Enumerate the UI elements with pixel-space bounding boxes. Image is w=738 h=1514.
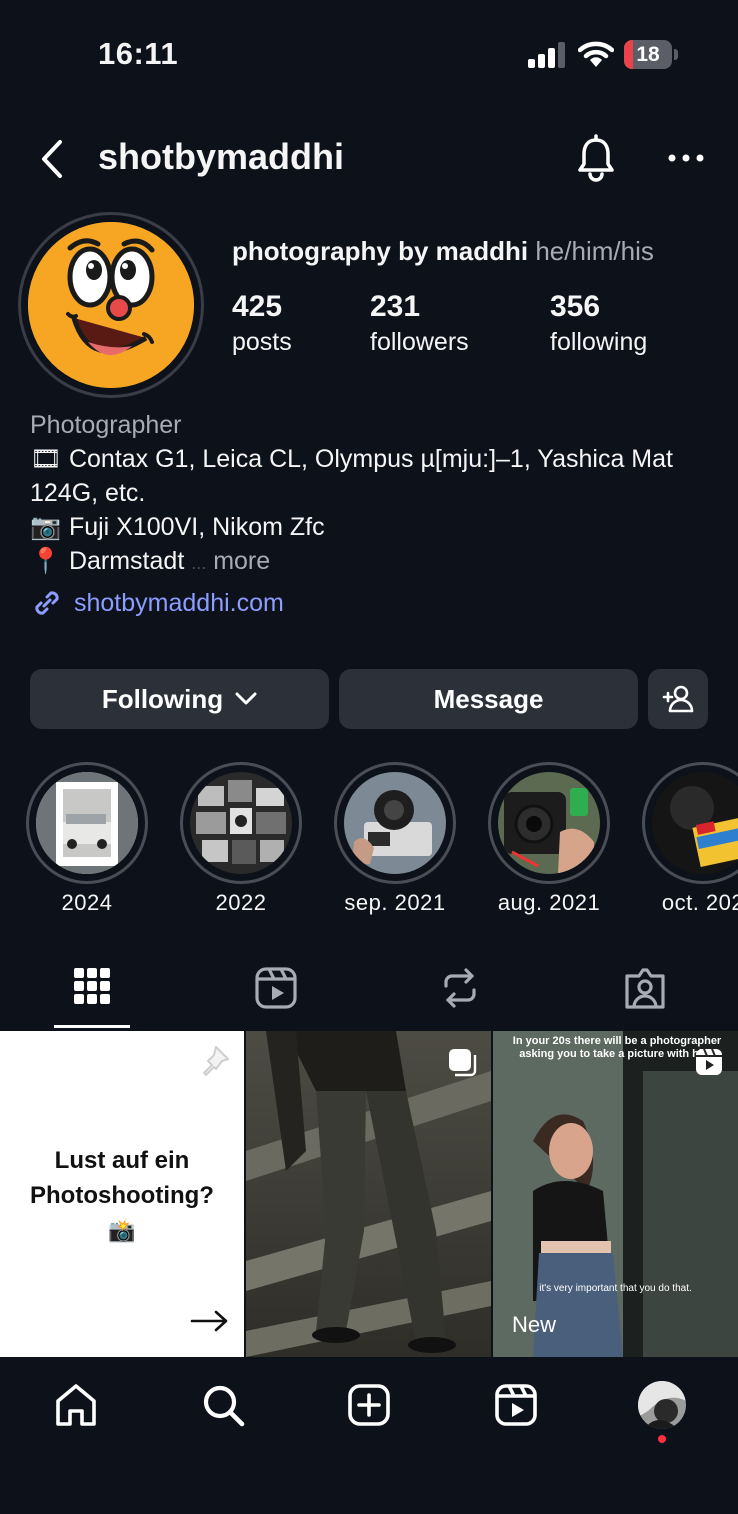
pin-location-icon: 📍	[30, 547, 62, 575]
stat-followers[interactable]: 231 followers	[370, 290, 469, 357]
highlight-thumb-kodak-film	[652, 772, 738, 874]
following-count: 356	[550, 290, 601, 323]
tagged-icon[interactable]	[621, 964, 669, 1012]
promo-line1: Lust auf ein	[54, 1147, 190, 1174]
stat-following[interactable]: 356 following	[550, 290, 647, 357]
following-button-label: Following	[101, 683, 224, 714]
message-button-label: Message	[433, 683, 544, 714]
link-icon	[35, 591, 59, 615]
more-options-icon[interactable]	[668, 148, 704, 168]
pronouns: he/him/his	[535, 236, 654, 266]
highlight-thumb-compact-camera	[498, 772, 600, 874]
reels-nav-icon[interactable]	[492, 1381, 540, 1429]
highlight-thumb-cameras	[190, 772, 292, 874]
camera-icon: 📷	[30, 513, 62, 541]
posts-label: posts	[232, 328, 292, 356]
profile-avatar[interactable]	[28, 222, 194, 388]
battery-level: 18	[636, 43, 660, 66]
highlight-sep-2021[interactable]: sep. 2021	[334, 762, 456, 916]
profile-bio: Photographer 🎞 Contax G1, Leica CL, Olym…	[30, 408, 720, 580]
post-overlay-subcaption: it's very important that you do that.	[539, 1283, 692, 1294]
grid-icon[interactable]	[68, 964, 116, 1012]
post-photoshooting-promo[interactable]: Lust auf ein Photoshooting? 📸	[0, 1031, 244, 1357]
suggested-users-button[interactable]	[648, 669, 708, 729]
stat-posts[interactable]: 425 posts	[232, 290, 292, 357]
back-chevron-icon[interactable]	[36, 138, 72, 180]
bio-line1-text: Contax G1, Leica CL, Olympus µ[mju:]–1, …	[30, 445, 673, 507]
post-walking-jeans[interactable]	[246, 1031, 491, 1357]
pin-icon	[203, 1046, 229, 1076]
bio-more-link[interactable]: more	[213, 547, 270, 575]
bio-line-location: 📍 Darmstadt ... more	[30, 544, 720, 580]
highlight-label: aug. 2021	[497, 890, 601, 915]
reel-post-icon	[696, 1048, 722, 1075]
profile-full-name: photography by maddhi he/him/his	[232, 236, 654, 267]
post-leather-jacket[interactable]: In your 20s there will be a photographer…	[493, 1031, 738, 1357]
followers-label: followers	[370, 328, 469, 356]
profile-category: Photographer	[30, 411, 182, 439]
profile-website-link[interactable]: shotbymaddhi.com	[30, 586, 284, 620]
profile-tab-avatar[interactable]	[638, 1381, 686, 1429]
smiley-face-logo	[28, 222, 194, 388]
highlight-2022[interactable]: 2022	[180, 762, 302, 916]
followers-count: 231	[370, 290, 421, 323]
highlight-2024[interactable]: 2024	[26, 762, 148, 916]
posts-count: 425	[232, 290, 283, 323]
full-name-text: photography by maddhi	[232, 236, 529, 266]
bio-line3-text: Darmstadt	[68, 547, 185, 575]
highlight-label: oct. 202	[661, 890, 738, 915]
highlight-aug-2021[interactable]: aug. 2021	[488, 762, 610, 916]
status-time: 16:11	[98, 36, 179, 71]
highlight-label: 2024	[61, 890, 113, 915]
bell-icon[interactable]	[574, 134, 618, 182]
highlight-thumb-car	[36, 772, 138, 874]
reposts-icon[interactable]	[436, 964, 484, 1012]
create-icon[interactable]	[345, 1381, 393, 1429]
following-label: following	[550, 328, 648, 356]
battery-indicator: 18	[624, 40, 678, 69]
reels-icon[interactable]	[252, 964, 300, 1012]
promo-line2: Photoshooting?	[30, 1182, 214, 1209]
active-tab-indicator	[54, 1025, 130, 1028]
bio-line-digital: 📷 Fuji X100VI, Nikom Zfc	[30, 510, 720, 544]
cellular-signal-icon	[528, 42, 565, 68]
chevron-down-icon	[235, 692, 257, 705]
promo-title: Lust auf ein Photoshooting? 📸	[0, 1143, 244, 1248]
message-button[interactable]: Message	[339, 669, 638, 729]
wifi-icon	[578, 41, 614, 67]
website-text: shotbymaddhi.com	[74, 588, 284, 617]
film-frames-icon: 🎞	[30, 445, 62, 473]
highlight-label: 2022	[215, 890, 267, 915]
arrow-right-icon	[190, 1310, 228, 1332]
highlight-oct-2021[interactable]: oct. 202	[642, 762, 738, 916]
bio-line2-text: Fuji X100VI, Nikom Zfc	[68, 513, 325, 541]
add-person-icon	[662, 685, 694, 713]
bio-line-cameras: 🎞 Contax G1, Leica CL, Olympus µ[mju:]–1…	[30, 442, 720, 510]
following-button[interactable]: Following	[30, 669, 329, 729]
post-photo-portrait	[493, 1031, 738, 1357]
highlight-thumb-film-camera	[344, 772, 446, 874]
profile-username: shotbymaddhi	[98, 136, 345, 177]
bio-ellipsis: ...	[191, 553, 207, 573]
search-icon[interactable]	[199, 1381, 247, 1429]
home-icon[interactable]	[52, 1381, 100, 1429]
new-badge: New	[512, 1312, 557, 1337]
highlight-label: sep. 2021	[344, 890, 446, 915]
notification-dot	[658, 1435, 666, 1443]
post-photo-walking	[246, 1031, 491, 1357]
camera-flash-emoji: 📸	[108, 1218, 136, 1243]
carousel-multi-icon	[449, 1049, 477, 1077]
